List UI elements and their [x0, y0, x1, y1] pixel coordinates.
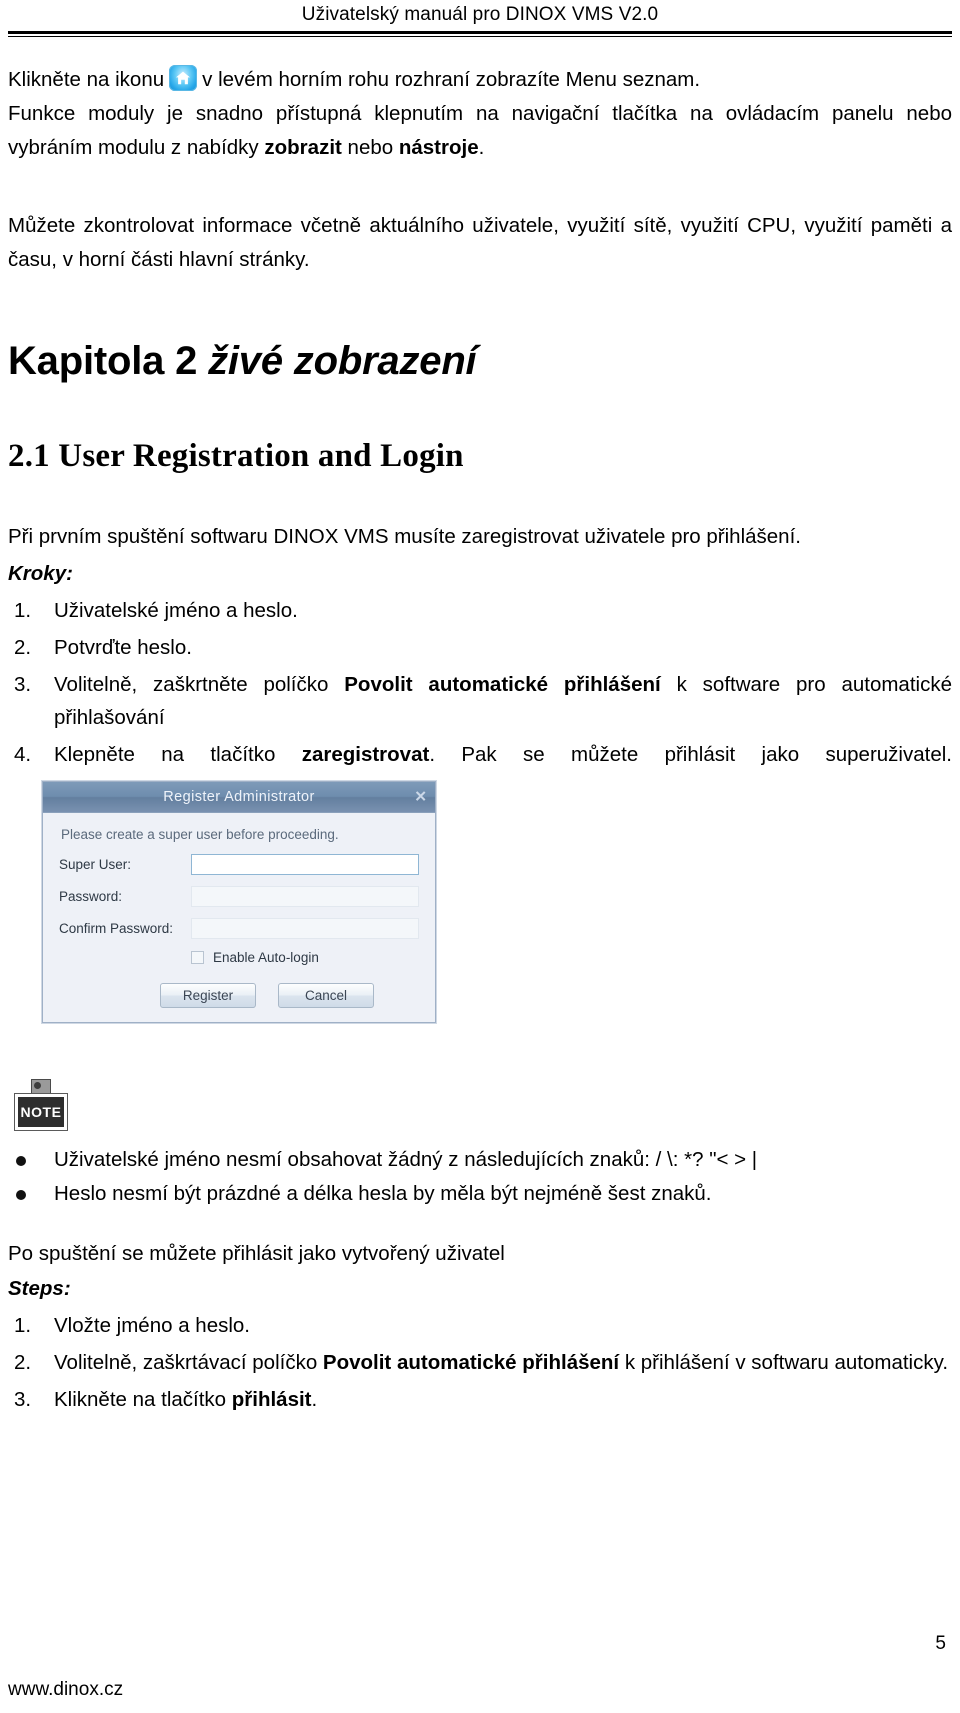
list-item: Potvrďte heslo. [8, 631, 952, 664]
super-user-input[interactable] [191, 854, 419, 875]
list-item: Volitelně, zaškrtávací políčko Povolit a… [8, 1346, 952, 1379]
step-line: Klepněte na tlačítko zaregistrovat. Pak … [54, 738, 952, 771]
chapter-heading: Kapitola 2 živé zobrazení [8, 339, 952, 384]
register-button-label-ref: zaregistrovat [301, 743, 430, 766]
password-row: Password: [59, 886, 419, 907]
list-item: Uživatelské jméno nesmí obsahovat žádný … [8, 1143, 952, 1177]
intro-line-1: Klikněte na ikonu v levém horním rohu roz… [8, 63, 952, 97]
menu-nastroje-label: nástroje [398, 136, 479, 159]
section-intro: Při prvním spuštění softwaru DINOX VMS m… [8, 525, 801, 548]
enable-auto-login-label: Enable Auto-login [213, 950, 319, 965]
steps-label-steps: Steps: [8, 1277, 71, 1300]
step-text: Uživatelské jméno a heslo. [54, 599, 298, 622]
enable-auto-login-checkbox[interactable] [191, 951, 204, 964]
intro-paragraph-2: Můžete zkontrolovat informace včetně akt… [8, 214, 952, 271]
footer-url: www.dinox.cz [8, 1679, 124, 1700]
running-header: Uživatelský manuál pro DINOX VMS V2.0 [301, 4, 659, 25]
step-prefix: Klepněte na tlačítko [54, 743, 302, 766]
step-text: Potvrďte heslo. [54, 636, 192, 659]
step-second-line: přihlašování [54, 706, 165, 729]
bullet-icon [16, 1190, 26, 1200]
intro-line-1-prefix: Klikněte na ikonu [8, 68, 165, 91]
step-prefix: Volitelně, zaškrtávací políčko [54, 1351, 323, 1374]
home-icon [169, 65, 198, 91]
login-steps-list: Vložte jméno a heslo. Volitelně, zaškrtá… [8, 1309, 952, 1416]
note-bullet-text: Uživatelské jméno nesmí obsahovat žádný … [54, 1148, 758, 1171]
intro-line-2: Funkce moduly je snadno přístupná klepnu… [8, 97, 952, 165]
register-administrator-screenshot: Register Administrator ✕ Please create a… [42, 781, 952, 1023]
super-user-label: Super User: [59, 857, 132, 872]
step-suffix: . [311, 1388, 318, 1411]
note-icon-card: NOTE [14, 1093, 68, 1131]
note-icon: NOTE [14, 1079, 70, 1133]
password-input[interactable] [191, 886, 419, 907]
confirm-password-row: Confirm Password: [59, 918, 419, 939]
page-number: 5 [935, 1633, 946, 1654]
list-item: Volitelně, zaškrtněte políčko Povolit au… [8, 668, 952, 734]
step-suffix: . Pak se můžete přihlásit jako superuživ… [429, 743, 952, 766]
password-label: Password: [59, 889, 123, 904]
chapter-title-text: živé zobrazení [208, 339, 477, 383]
register-button[interactable]: Register [160, 983, 256, 1008]
dialog-titlebar: Register Administrator ✕ [43, 782, 435, 813]
confirm-password-label: Confirm Password: [59, 921, 174, 936]
dialog-button-row: Register Cancel [115, 983, 419, 1008]
header-divider [8, 31, 952, 37]
chapter-number: Kapitola 2 [8, 339, 209, 383]
register-administrator-dialog: Register Administrator ✕ Please create a… [42, 781, 436, 1023]
intro-line-1-suffix: v levém horním rohu rozhraní zobrazíte M… [202, 68, 701, 91]
intro-line-2-end: . [478, 136, 485, 159]
step-prefix: Volitelně, zaškrtněte políčko [54, 673, 345, 696]
list-item: Uživatelské jméno a heslo. [8, 594, 952, 627]
registration-steps-list: Uživatelské jméno a heslo. Potvrďte hesl… [8, 594, 952, 771]
close-icon[interactable]: ✕ [414, 790, 427, 805]
list-item: Klikněte na tlačítko přihlásit. [8, 1383, 952, 1416]
bullet-icon [16, 1156, 26, 1166]
cancel-button[interactable]: Cancel [278, 983, 374, 1008]
dialog-hint-text: Please create a super user before procee… [61, 827, 339, 842]
step-suffix: k přihlášení v softwaru automaticky. [619, 1351, 949, 1374]
list-item: Vložte jméno a heslo. [8, 1309, 952, 1342]
confirm-password-input[interactable] [191, 918, 419, 939]
note-bullet-text: Heslo nesmí být prázdné a délka hesla by… [54, 1182, 712, 1205]
enable-auto-login-row[interactable]: Enable Auto-login [191, 950, 419, 965]
list-item: Klepněte na tlačítko zaregistrovat. Pak … [8, 738, 952, 771]
auto-login-checkbox-label-ref: Povolit automatické přihlášení [322, 1351, 620, 1374]
note-bullet-list: Uživatelské jméno nesmí obsahovat žádný … [8, 1143, 952, 1211]
dialog-title: Register Administrator [163, 789, 315, 805]
note-icon-label: NOTE [18, 1097, 64, 1127]
intro-block: Klikněte na ikonu v levém horním rohu roz… [8, 63, 952, 165]
step-line: Volitelně, zaškrtněte políčko Povolit au… [54, 668, 952, 701]
intro-line-2-mid: nebo [347, 136, 394, 159]
step-text: Vložte jméno a heslo. [54, 1314, 251, 1337]
menu-zobrazit-label: zobrazit [264, 136, 342, 159]
list-item: Heslo nesmí být prázdné a délka hesla by… [8, 1177, 952, 1211]
auto-login-checkbox-label-ref: Povolit automatické přihlášení [344, 673, 661, 696]
step-prefix: Klikněte na tlačítko [54, 1388, 232, 1411]
dialog-body: Please create a super user before procee… [43, 813, 435, 1022]
super-user-row: Super User: [59, 854, 419, 875]
document-page: Uživatelský manuál pro DINOX VMS V2.0 Kl… [0, 0, 960, 1713]
login-intro: Po spuštění se můžete přihlásit jako vyt… [8, 1242, 505, 1265]
section-heading: 2.1 User Registration and Login [8, 438, 464, 474]
login-button-label-ref: přihlásit [231, 1388, 312, 1411]
step-suffix: k software pro automatické [660, 673, 952, 696]
steps-label-kroky: Kroky: [8, 562, 73, 585]
